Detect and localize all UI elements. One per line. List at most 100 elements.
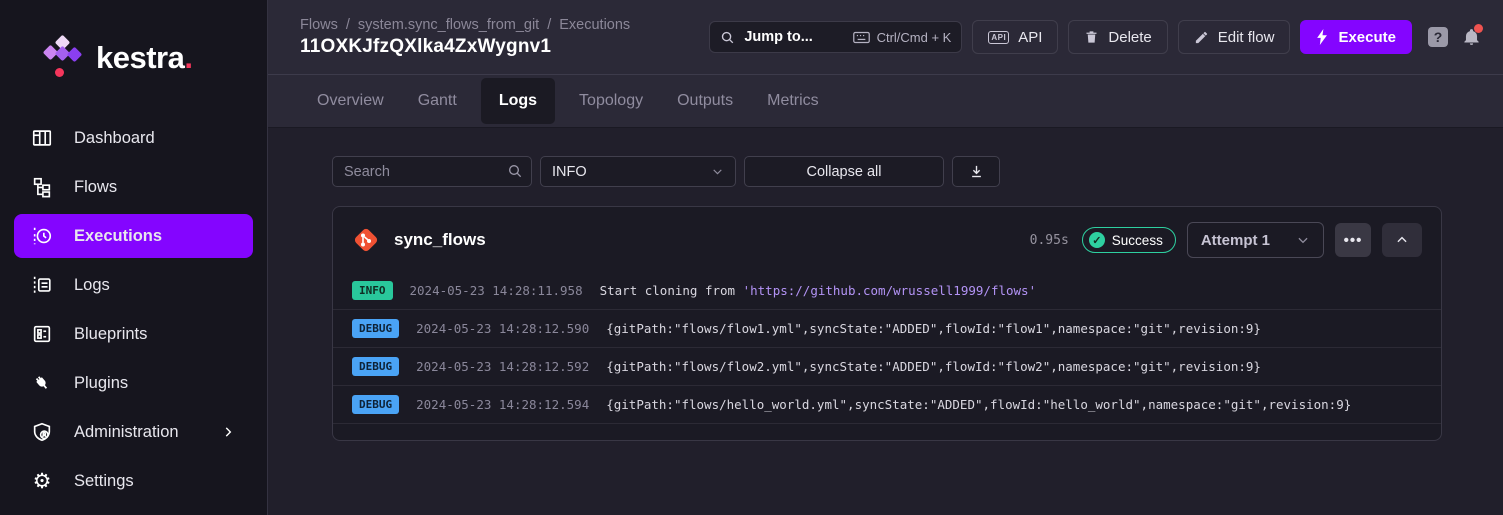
collapse-task-button[interactable] bbox=[1382, 223, 1422, 257]
attempt-select[interactable]: Attempt 1 bbox=[1187, 222, 1324, 258]
chevron-down-icon bbox=[711, 165, 724, 178]
log-level-badge: DEBUG bbox=[352, 319, 399, 338]
search-icon bbox=[507, 163, 523, 179]
execution-tabs: Overview Gantt Logs Topology Outputs Met… bbox=[268, 75, 1503, 128]
blueprints-icon bbox=[30, 322, 54, 346]
kestra-logo-icon bbox=[38, 36, 84, 80]
log-level-badge: DEBUG bbox=[352, 395, 399, 414]
notification-dot bbox=[1474, 24, 1483, 33]
breadcrumb-flows[interactable]: Flows bbox=[300, 17, 338, 33]
tab-topology[interactable]: Topology bbox=[569, 75, 653, 127]
log-row: DEBUG 2024-05-23 14:28:12.590 {gitPath:"… bbox=[333, 309, 1441, 347]
tab-metrics[interactable]: Metrics bbox=[757, 75, 829, 127]
sidebar-item-label: Settings bbox=[74, 472, 134, 491]
edit-flow-button[interactable]: Edit flow bbox=[1178, 20, 1291, 54]
log-message: Start cloning from 'https://github.com/w… bbox=[600, 283, 1037, 298]
sidebar-item-executions[interactable]: Executions bbox=[14, 214, 253, 258]
git-task-icon bbox=[352, 226, 380, 254]
log-level-value: INFO bbox=[552, 164, 587, 180]
pencil-icon bbox=[1194, 30, 1209, 45]
tab-overview[interactable]: Overview bbox=[307, 75, 394, 127]
chevron-down-icon bbox=[1296, 233, 1310, 247]
tab-logs[interactable]: Logs bbox=[481, 78, 555, 124]
sidebar: kestra. Dashboard Flows Executions Logs bbox=[0, 0, 268, 515]
api-icon: API bbox=[988, 31, 1009, 44]
administration-icon bbox=[30, 420, 54, 444]
log-level-select[interactable]: INFO bbox=[540, 156, 736, 187]
sidebar-item-flows[interactable]: Flows bbox=[14, 165, 253, 209]
task-log-card: sync_flows 0.95s ✓ Success Attempt 1 ••• bbox=[332, 206, 1442, 441]
download-logs-button[interactable] bbox=[952, 156, 1000, 187]
log-row: DEBUG 2024-05-23 14:28:12.594 {gitPath:"… bbox=[333, 385, 1441, 423]
log-timestamp: 2024-05-23 14:28:12.594 bbox=[416, 397, 589, 412]
sidebar-item-administration[interactable]: Administration bbox=[14, 410, 253, 454]
main-area: Flows / system.sync_flows_from_git / Exe… bbox=[268, 0, 1503, 515]
sidebar-item-dashboard[interactable]: Dashboard bbox=[14, 116, 253, 160]
task-options-button[interactable]: ••• bbox=[1335, 223, 1371, 257]
api-button[interactable]: API API bbox=[972, 20, 1058, 54]
collapse-all-button[interactable]: Collapse all bbox=[744, 156, 944, 187]
notifications-bell-button[interactable] bbox=[1462, 27, 1481, 47]
dashboard-icon bbox=[30, 126, 54, 150]
execute-button[interactable]: Execute bbox=[1300, 20, 1412, 54]
keyboard-shortcut: Ctrl/Cmd + K bbox=[853, 30, 952, 45]
jump-to-label: Jump to... bbox=[744, 29, 812, 45]
top-bar: Flows / system.sync_flows_from_git / Exe… bbox=[268, 0, 1503, 75]
task-duration: 0.95s bbox=[1030, 233, 1069, 248]
sidebar-item-label: Executions bbox=[74, 227, 162, 246]
kestra-logo[interactable]: kestra. bbox=[0, 0, 267, 80]
executions-icon bbox=[30, 224, 54, 248]
check-circle-icon: ✓ bbox=[1089, 232, 1105, 248]
log-filter-row: INFO Collapse all bbox=[332, 156, 1443, 187]
logs-icon bbox=[30, 273, 54, 297]
plugins-icon bbox=[30, 371, 54, 395]
help-button[interactable]: ? bbox=[1428, 27, 1448, 47]
settings-gear-icon: ⚙ bbox=[30, 469, 54, 493]
sidebar-item-blueprints[interactable]: Blueprints bbox=[14, 312, 253, 356]
breadcrumb-executions[interactable]: Executions bbox=[559, 17, 630, 33]
lightning-bolt-icon bbox=[1316, 29, 1329, 45]
log-message-link[interactable]: 'https://github.com/wrussell1999/flows' bbox=[743, 283, 1037, 298]
logs-content: INFO Collapse all sync_flows 0.95s bbox=[268, 128, 1503, 515]
chevron-right-icon bbox=[221, 425, 235, 439]
chevron-up-icon bbox=[1395, 233, 1409, 247]
breadcrumb-namespace[interactable]: system.sync_flows_from_git bbox=[358, 17, 539, 33]
sidebar-nav: Dashboard Flows Executions Logs Blueprin… bbox=[0, 116, 267, 503]
keyboard-icon bbox=[853, 31, 870, 44]
jump-to-search[interactable]: Jump to... Ctrl/Cmd + K bbox=[709, 21, 962, 53]
sidebar-item-logs[interactable]: Logs bbox=[14, 263, 253, 307]
task-name: sync_flows bbox=[394, 230, 486, 250]
log-level-badge: DEBUG bbox=[352, 357, 399, 376]
flows-icon bbox=[30, 175, 54, 199]
sidebar-item-plugins[interactable]: Plugins bbox=[14, 361, 253, 405]
log-timestamp: 2024-05-23 14:28:11.958 bbox=[410, 283, 583, 298]
log-divider bbox=[333, 423, 1441, 424]
sidebar-item-settings[interactable]: ⚙ Settings bbox=[14, 459, 253, 503]
log-timestamp: 2024-05-23 14:28:12.592 bbox=[416, 359, 589, 374]
log-row: INFO 2024-05-23 14:28:11.958 Start cloni… bbox=[333, 272, 1441, 309]
trash-icon bbox=[1084, 29, 1099, 45]
delete-button[interactable]: Delete bbox=[1068, 20, 1167, 54]
sidebar-item-label: Logs bbox=[74, 276, 110, 295]
status-badge: ✓ Success bbox=[1082, 227, 1176, 253]
sidebar-item-label: Administration bbox=[74, 423, 179, 442]
log-message: {gitPath:"flows/flow2.yml",syncState:"AD… bbox=[606, 359, 1261, 374]
search-input[interactable] bbox=[332, 156, 532, 187]
tab-gantt[interactable]: Gantt bbox=[408, 75, 467, 127]
sidebar-item-label: Plugins bbox=[74, 374, 128, 393]
log-message: {gitPath:"flows/hello_world.yml",syncSta… bbox=[606, 397, 1351, 412]
sidebar-item-label: Blueprints bbox=[74, 325, 147, 344]
log-timestamp: 2024-05-23 14:28:12.590 bbox=[416, 321, 589, 336]
sidebar-item-label: Dashboard bbox=[74, 129, 155, 148]
page-title: 11OXKJfzQXlka4ZxWygnv1 bbox=[300, 36, 630, 58]
breadcrumb: Flows / system.sync_flows_from_git / Exe… bbox=[300, 17, 630, 33]
log-rows: INFO 2024-05-23 14:28:11.958 Start cloni… bbox=[333, 272, 1441, 440]
log-level-badge: INFO bbox=[352, 281, 393, 300]
log-message: {gitPath:"flows/flow1.yml",syncState:"AD… bbox=[606, 321, 1261, 336]
sidebar-item-label: Flows bbox=[74, 178, 117, 197]
tab-outputs[interactable]: Outputs bbox=[667, 75, 743, 127]
kestra-logo-text: kestra. bbox=[96, 40, 192, 76]
log-row: DEBUG 2024-05-23 14:28:12.592 {gitPath:"… bbox=[333, 347, 1441, 385]
status-label: Success bbox=[1112, 233, 1163, 248]
download-icon bbox=[969, 164, 984, 179]
